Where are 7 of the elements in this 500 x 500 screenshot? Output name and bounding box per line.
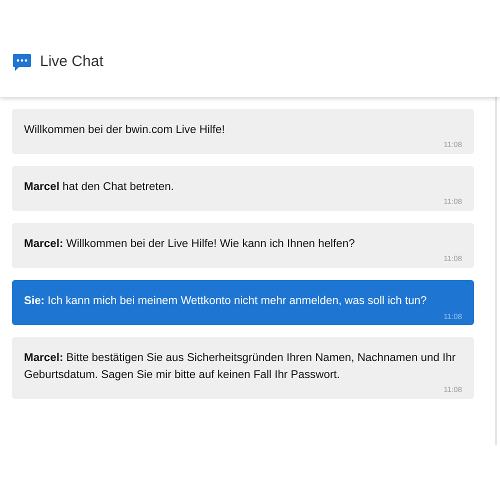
message-text: Sie: Ich kann mich bei meinem Wettkonto nicht mehr anmelden, was soll ich tun? bbox=[24, 294, 428, 310]
message-text: Marcel: Willkommen bei der Live Hilfe! Wie kann ich Ihnen helfen? bbox=[24, 237, 356, 252]
message-text: Marcel hat den Chat betreten. bbox=[24, 180, 175, 196]
chat-bubble-icon bbox=[12, 53, 32, 73]
message-text: Willkommen bei der bwin.com Live Hilfe! bbox=[24, 123, 226, 138]
header-title: Live Chat bbox=[40, 52, 104, 72]
message-text: Marcel: Bitte bestätigen Sie aus Sicherheitsgründen Ihren Namen, Nachnamen und Ihr Geburtsdatum. Sagen Sie mir bitte auf keinen Fall Ihr Passwort. bbox=[24, 351, 457, 383]
